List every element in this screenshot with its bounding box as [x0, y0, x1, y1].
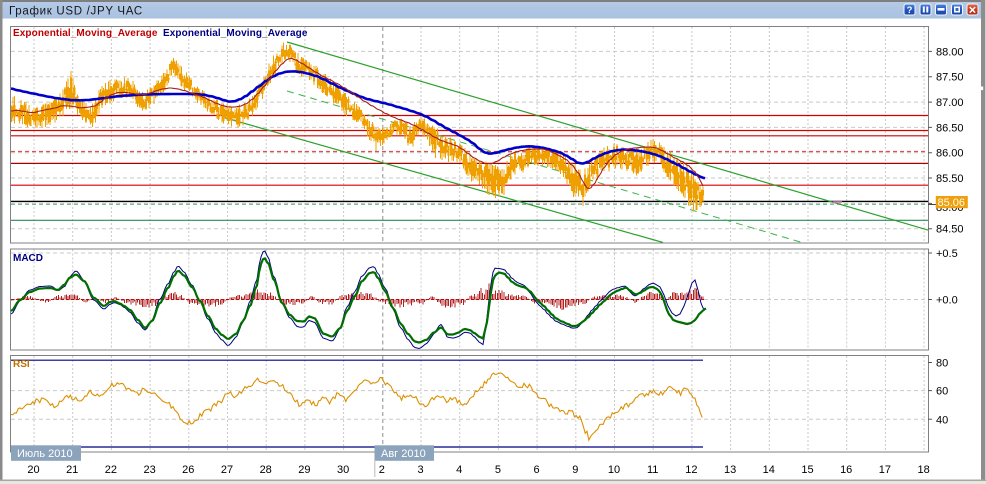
svg-text:18: 18 [917, 464, 929, 476]
svg-text:26: 26 [182, 464, 194, 476]
svg-text:?: ? [907, 5, 913, 16]
svg-text:Июль 2010: Июль 2010 [17, 448, 73, 460]
svg-text:График USD /JPY ЧАС: График USD /JPY ЧАС [9, 6, 143, 18]
svg-text:9: 9 [572, 464, 578, 476]
svg-text:4: 4 [456, 464, 462, 476]
svg-text:21: 21 [66, 464, 78, 476]
svg-text:Exponential_Moving_Average: Exponential_Moving_Average [163, 28, 308, 39]
svg-text:6: 6 [534, 464, 540, 476]
svg-text:84.50: 84.50 [936, 224, 964, 236]
svg-text:27: 27 [221, 464, 233, 476]
svg-text:12: 12 [685, 464, 697, 476]
svg-text:✕: ✕ [968, 5, 976, 16]
svg-text:87.00: 87.00 [936, 97, 964, 109]
svg-text:86.50: 86.50 [936, 122, 964, 134]
svg-text:22: 22 [105, 464, 117, 476]
svg-text:13: 13 [724, 464, 736, 476]
svg-text:14: 14 [763, 464, 775, 476]
svg-text:86.00: 86.00 [936, 148, 964, 160]
svg-text:5: 5 [495, 464, 501, 476]
svg-text:+0.0: +0.0 [936, 295, 958, 307]
svg-text:Авг 2010: Авг 2010 [381, 448, 426, 460]
svg-text:15: 15 [801, 464, 813, 476]
svg-text:MACD: MACD [13, 253, 43, 264]
svg-text:3: 3 [417, 464, 423, 476]
svg-text:10: 10 [608, 464, 620, 476]
svg-text:23: 23 [143, 464, 155, 476]
svg-text:+0.5: +0.5 [936, 248, 958, 260]
svg-text:60: 60 [936, 386, 948, 398]
svg-text:30: 30 [337, 464, 349, 476]
svg-text:Exponential_Moving_Average: Exponential_Moving_Average [13, 28, 158, 39]
svg-text:28: 28 [260, 464, 272, 476]
svg-text:40: 40 [936, 414, 948, 426]
svg-text:16: 16 [840, 464, 852, 476]
svg-text:85.50: 85.50 [936, 173, 964, 185]
svg-text:11: 11 [647, 464, 658, 476]
svg-text:88.00: 88.00 [936, 46, 964, 58]
svg-text:29: 29 [298, 464, 310, 476]
svg-text:87.50: 87.50 [936, 72, 964, 84]
svg-text:85.06: 85.06 [938, 197, 966, 209]
svg-text:17: 17 [879, 464, 891, 476]
svg-text:20: 20 [27, 464, 39, 476]
svg-text:2: 2 [379, 464, 385, 476]
svg-text:RSI: RSI [13, 359, 30, 370]
svg-text:80: 80 [936, 358, 948, 370]
